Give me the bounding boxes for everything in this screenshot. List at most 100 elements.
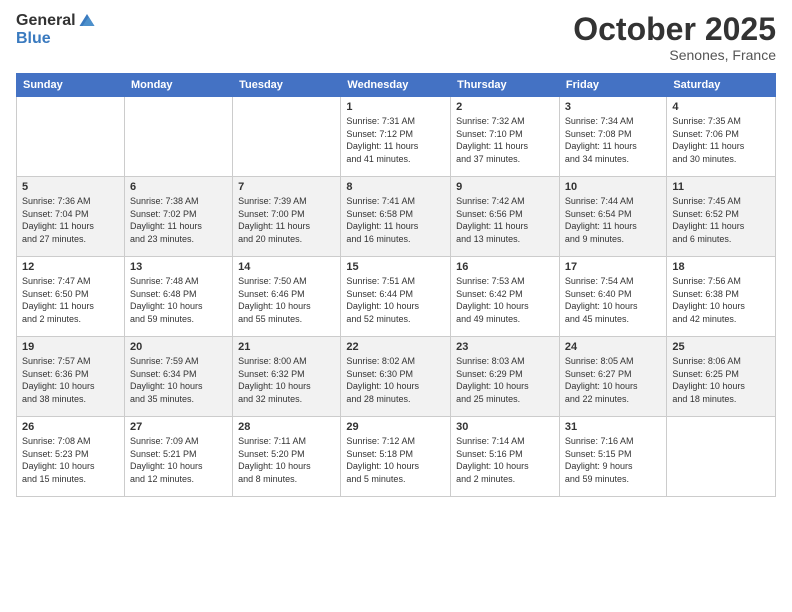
day-info: Sunrise: 7:45 AM Sunset: 6:52 PM Dayligh… (672, 195, 770, 245)
calendar-cell: 15 Sunrise: 7:51 AM Sunset: 6:44 PM Dayli… (341, 257, 451, 337)
calendar-cell: 4Sunrise: 7:35 AM Sunset: 7:06 PM Daylig… (667, 97, 776, 177)
calendar-cell: 18 Sunrise: 7:56 AM Sunset: 6:38 PM Dayli… (667, 257, 776, 337)
day-info: Sunrise: 7:42 AM Sunset: 6:56 PM Dayligh… (456, 195, 554, 245)
calendar-cell (124, 97, 232, 177)
day-info: Sunrise: 7:34 AM Sunset: 7:08 PM Dayligh… (565, 115, 661, 165)
calendar-cell: 9 Sunrise: 7:42 AM Sunset: 6:56 PM Daylig… (451, 177, 560, 257)
day-info: Sunrise: 7:16 AM Sunset: 5:15 PM Dayligh… (565, 435, 661, 485)
calendar-cell: 26 Sunrise: 7:08 AM Sunset: 5:23 PM Dayli… (17, 417, 125, 497)
calendar-cell: 17 Sunrise: 7:54 AM Sunset: 6:40 PM Dayli… (559, 257, 666, 337)
day-info: Sunrise: 7:14 AM Sunset: 5:16 PM Dayligh… (456, 435, 554, 485)
day-number: 1 (346, 101, 445, 113)
calendar-cell: 27 Sunrise: 7:09 AM Sunset: 5:21 PM Dayli… (124, 417, 232, 497)
calendar-header-row: Sunday Monday Tuesday Wednesday Thursday… (17, 74, 776, 97)
day-number: 4 (672, 101, 770, 113)
calendar-cell: 12 Sunrise: 7:47 AM Sunset: 6:50 PM Dayli… (17, 257, 125, 337)
day-number: 22 (346, 341, 445, 353)
day-number: 2 (456, 101, 554, 113)
day-info: Sunrise: 7:41 AM Sunset: 6:58 PM Dayligh… (346, 195, 445, 245)
day-number: 27 (130, 421, 227, 433)
day-info: Sunrise: 7:47 AM Sunset: 6:50 PM Dayligh… (22, 275, 119, 325)
calendar-cell: 19Sunrise: 7:57 AM Sunset: 6:36 PM Dayli… (17, 337, 125, 417)
calendar-week-1: 5 Sunrise: 7:36 AM Sunset: 7:04 PM Daylig… (17, 177, 776, 257)
day-number: 17 (565, 261, 661, 273)
day-number: 26 (22, 421, 119, 433)
header-saturday: Saturday (667, 74, 776, 97)
day-number: 29 (346, 421, 445, 433)
header-tuesday: Tuesday (233, 74, 341, 97)
header-sunday: Sunday (17, 74, 125, 97)
day-info: Sunrise: 7:59 AM Sunset: 6:34 PM Dayligh… (130, 355, 227, 405)
day-info: Sunrise: 7:38 AM Sunset: 7:02 PM Dayligh… (130, 195, 227, 245)
day-number: 18 (672, 261, 770, 273)
calendar-cell: 5 Sunrise: 7:36 AM Sunset: 7:04 PM Daylig… (17, 177, 125, 257)
day-number: 5 (22, 181, 119, 193)
calendar-week-2: 12 Sunrise: 7:47 AM Sunset: 6:50 PM Dayli… (17, 257, 776, 337)
calendar-cell: 22Sunrise: 8:02 AM Sunset: 6:30 PM Dayli… (341, 337, 451, 417)
page: General Blue October 2025 Senones, Franc… (0, 0, 792, 612)
calendar-cell: 10Sunrise: 7:44 AM Sunset: 6:54 PM Dayli… (559, 177, 666, 257)
calendar-cell: 28Sunrise: 7:11 AM Sunset: 5:20 PM Dayli… (233, 417, 341, 497)
calendar-cell: 7 Sunrise: 7:39 AM Sunset: 7:00 PM Daylig… (233, 177, 341, 257)
header-friday: Friday (559, 74, 666, 97)
day-number: 24 (565, 341, 661, 353)
calendar-cell: 21 Sunrise: 8:00 AM Sunset: 6:32 PM Dayli… (233, 337, 341, 417)
day-info: Sunrise: 8:06 AM Sunset: 6:25 PM Dayligh… (672, 355, 770, 405)
day-info: Sunrise: 7:54 AM Sunset: 6:40 PM Dayligh… (565, 275, 661, 325)
calendar-cell: 16 Sunrise: 7:53 AM Sunset: 6:42 PM Dayli… (451, 257, 560, 337)
day-number: 9 (456, 181, 554, 193)
logo-blue: Blue (16, 30, 96, 48)
calendar-cell: 29Sunrise: 7:12 AM Sunset: 5:18 PM Dayli… (341, 417, 451, 497)
day-number: 30 (456, 421, 554, 433)
calendar-cell (17, 97, 125, 177)
header-wednesday: Wednesday (341, 74, 451, 97)
calendar-cell: 11 Sunrise: 7:45 AM Sunset: 6:52 PM Dayli… (667, 177, 776, 257)
day-info: Sunrise: 8:03 AM Sunset: 6:29 PM Dayligh… (456, 355, 554, 405)
day-info: Sunrise: 7:53 AM Sunset: 6:42 PM Dayligh… (456, 275, 554, 325)
day-number: 15 (346, 261, 445, 273)
day-number: 11 (672, 181, 770, 193)
header-thursday: Thursday (451, 74, 560, 97)
day-info: Sunrise: 7:32 AM Sunset: 7:10 PM Dayligh… (456, 115, 554, 165)
day-info: Sunrise: 7:51 AM Sunset: 6:44 PM Dayligh… (346, 275, 445, 325)
day-info: Sunrise: 7:11 AM Sunset: 5:20 PM Dayligh… (238, 435, 335, 485)
day-number: 10 (565, 181, 661, 193)
calendar-cell: 8 Sunrise: 7:41 AM Sunset: 6:58 PM Daylig… (341, 177, 451, 257)
day-number: 8 (346, 181, 445, 193)
day-number: 6 (130, 181, 227, 193)
day-info: Sunrise: 7:31 AM Sunset: 7:12 PM Dayligh… (346, 115, 445, 165)
day-number: 31 (565, 421, 661, 433)
day-number: 3 (565, 101, 661, 113)
logo: General Blue (16, 12, 96, 47)
day-number: 25 (672, 341, 770, 353)
day-info: Sunrise: 8:00 AM Sunset: 6:32 PM Dayligh… (238, 355, 335, 405)
calendar-cell: 24 Sunrise: 8:05 AM Sunset: 6:27 PM Dayli… (559, 337, 666, 417)
calendar-week-4: 26 Sunrise: 7:08 AM Sunset: 5:23 PM Dayli… (17, 417, 776, 497)
day-number: 12 (22, 261, 119, 273)
calendar-cell (233, 97, 341, 177)
calendar-week-0: 1 Sunrise: 7:31 AM Sunset: 7:12 PM Daylig… (17, 97, 776, 177)
day-number: 16 (456, 261, 554, 273)
day-info: Sunrise: 7:08 AM Sunset: 5:23 PM Dayligh… (22, 435, 119, 485)
calendar-week-3: 19Sunrise: 7:57 AM Sunset: 6:36 PM Dayli… (17, 337, 776, 417)
day-number: 7 (238, 181, 335, 193)
day-info: Sunrise: 7:09 AM Sunset: 5:21 PM Dayligh… (130, 435, 227, 485)
title-block: October 2025 Senones, France (573, 12, 776, 63)
header: General Blue October 2025 Senones, Franc… (16, 12, 776, 63)
day-info: Sunrise: 7:50 AM Sunset: 6:46 PM Dayligh… (238, 275, 335, 325)
day-info: Sunrise: 7:48 AM Sunset: 6:48 PM Dayligh… (130, 275, 227, 325)
day-number: 13 (130, 261, 227, 273)
calendar-cell: 25 Sunrise: 8:06 AM Sunset: 6:25 PM Dayli… (667, 337, 776, 417)
day-info: Sunrise: 7:39 AM Sunset: 7:00 PM Dayligh… (238, 195, 335, 245)
day-number: 14 (238, 261, 335, 273)
calendar-cell: 31 Sunrise: 7:16 AM Sunset: 5:15 PM Dayli… (559, 417, 666, 497)
calendar: Sunday Monday Tuesday Wednesday Thursday… (16, 73, 776, 497)
day-number: 21 (238, 341, 335, 353)
month-title: October 2025 (573, 12, 776, 47)
calendar-cell: 3 Sunrise: 7:34 AM Sunset: 7:08 PM Daylig… (559, 97, 666, 177)
location-title: Senones, France (573, 47, 776, 63)
calendar-cell: 23Sunrise: 8:03 AM Sunset: 6:29 PM Dayli… (451, 337, 560, 417)
day-info: Sunrise: 7:56 AM Sunset: 6:38 PM Dayligh… (672, 275, 770, 325)
day-info: Sunrise: 8:05 AM Sunset: 6:27 PM Dayligh… (565, 355, 661, 405)
day-info: Sunrise: 7:36 AM Sunset: 7:04 PM Dayligh… (22, 195, 119, 245)
